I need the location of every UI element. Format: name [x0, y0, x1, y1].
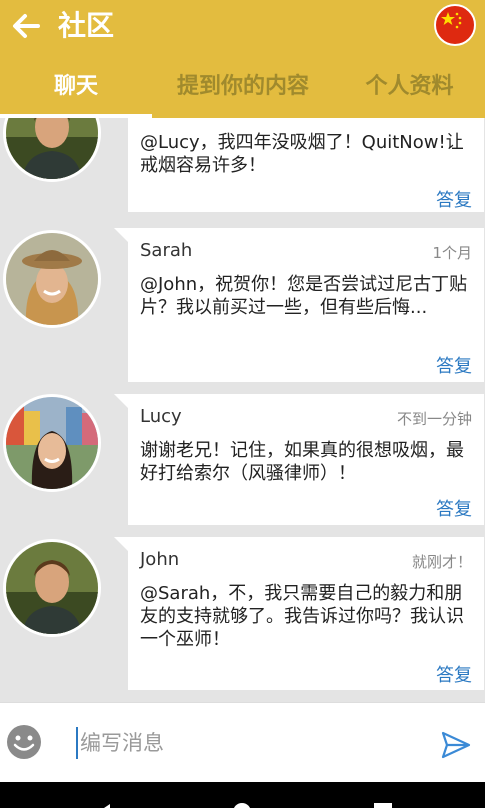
message-timestamp: 1个月: [432, 244, 472, 262]
message-text: @Sarah，不，我只需要自己的毅力和朋友的支持就够了。我告诉过你吗？我认识一个…: [140, 583, 464, 650]
reply-button[interactable]: 答复: [436, 661, 472, 687]
system-nav-bar: [0, 782, 485, 808]
text-cursor: [76, 727, 78, 759]
reply-button[interactable]: 答复: [436, 495, 472, 521]
message-text: @Lucy，我四年没吸烟了！QuitNow!让戒烟容易许多！: [140, 132, 464, 176]
nav-home-icon[interactable]: [233, 803, 251, 808]
message-timestamp: 就刚才！: [411, 553, 472, 571]
message-card: Sarah 1个月 @John，祝贺你！您是否尝试过尼古丁贴片？我以前买过一些，…: [114, 228, 484, 382]
message-composer: [0, 702, 485, 782]
message-card: John 就刚才！ @Sarah，不，我只需要自己的毅力和朋友的支持就够了。我告…: [114, 537, 484, 690]
avatar-sarah[interactable]: [3, 230, 101, 328]
tab-profile[interactable]: 个人资料: [334, 62, 485, 114]
avatar-lucy[interactable]: [3, 394, 101, 492]
message-text: 谢谢老兄！记住，如果真的很想吸烟，最好打给索尔（风骚律师）！: [140, 440, 464, 484]
avatar-john[interactable]: [3, 539, 101, 637]
reply-button[interactable]: 答复: [436, 352, 472, 378]
message-text: @John，祝贺你！您是否尝试过尼古丁贴片？我以前买过一些，但有些后悔...: [140, 274, 468, 318]
author-name: Lucy: [140, 406, 182, 427]
author-name: Sarah: [140, 240, 193, 261]
nav-back-icon[interactable]: [98, 804, 110, 808]
author-name: John: [140, 549, 180, 570]
avatar-john[interactable]: [3, 118, 101, 182]
page-title: 社区: [58, 9, 115, 42]
china-flag-icon[interactable]: [434, 4, 476, 46]
message-card: Lucy 不到一分钟 谢谢老兄！记住，如果真的很想吸烟，最好打给索尔（风骚律师）…: [114, 394, 484, 525]
send-icon[interactable]: [440, 729, 472, 761]
tab-chat[interactable]: 聊天: [0, 62, 152, 114]
emoji-icon[interactable]: [5, 723, 43, 761]
message-input[interactable]: [80, 723, 410, 763]
app-bar: 社区 聊天 提到你的内容 个人资料: [0, 0, 485, 118]
message-timestamp: 不到一分钟: [396, 410, 472, 428]
chat-feed[interactable]: @Lucy，我四年没吸烟了！QuitNow!让戒烟容易许多！ 答复 Sarah …: [0, 118, 485, 702]
reply-button[interactable]: 答复: [436, 186, 472, 212]
message-card: @Lucy，我四年没吸烟了！QuitNow!让戒烟容易许多！ 答复: [128, 118, 484, 212]
tab-bar: 聊天 提到你的内容 个人资料: [0, 62, 485, 114]
back-arrow-icon[interactable]: [8, 6, 44, 46]
nav-recents-icon[interactable]: [374, 803, 392, 808]
tab-mentions[interactable]: 提到你的内容: [152, 62, 334, 114]
